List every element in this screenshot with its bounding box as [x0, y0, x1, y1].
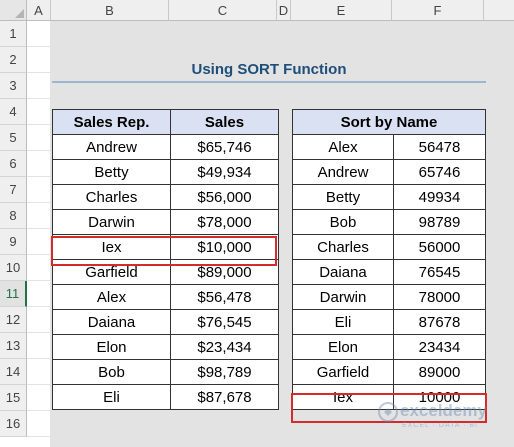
- column-header-d[interactable]: D: [277, 0, 291, 21]
- column-header-e[interactable]: E: [291, 0, 392, 21]
- value-cell[interactable]: 23434: [393, 334, 486, 360]
- name-cell[interactable]: Elon: [292, 334, 394, 360]
- rep-cell[interactable]: Bob: [52, 359, 171, 385]
- name-cell[interactable]: Betty: [292, 184, 394, 210]
- table-row: Bob 98789: [292, 209, 486, 235]
- exceldemy-logo-icon: [378, 402, 398, 422]
- table-row: Eli $87,678: [52, 384, 279, 410]
- sales-cell[interactable]: $56,000: [170, 184, 279, 210]
- name-cell[interactable]: Alex: [292, 134, 394, 160]
- row-header[interactable]: 8: [0, 203, 27, 229]
- column-header-c[interactable]: C: [169, 0, 277, 21]
- column-header-b[interactable]: B: [51, 0, 169, 21]
- sales-cell[interactable]: $76,545: [170, 309, 279, 335]
- name-cell[interactable]: Daiana: [292, 259, 394, 285]
- header-sales-rep[interactable]: Sales Rep.: [52, 109, 171, 135]
- row-header[interactable]: 15: [0, 385, 27, 411]
- table-row: Andrew 65746: [292, 159, 486, 185]
- value-cell[interactable]: 89000: [393, 359, 486, 385]
- sales-cell[interactable]: $23,434: [170, 334, 279, 360]
- row-header[interactable]: 6: [0, 151, 27, 177]
- name-cell[interactable]: Eli: [292, 309, 394, 335]
- table-row: Darwin $78,000: [52, 209, 279, 235]
- sales-cell[interactable]: $49,934: [170, 159, 279, 185]
- row-header[interactable]: 3: [0, 73, 27, 99]
- row-header[interactable]: 1: [0, 21, 27, 47]
- name-cell[interactable]: Darwin: [292, 284, 394, 310]
- table-row: Alex $56,478: [52, 284, 279, 310]
- table-row: Daiana $76,545: [52, 309, 279, 335]
- exceldemy-watermark: exceldemy EXCEL · DATA · BI: [378, 398, 487, 434]
- table-row: Charles $56,000: [52, 184, 279, 210]
- select-all-button[interactable]: [0, 0, 27, 21]
- table-row: Elon 23434: [292, 334, 486, 360]
- value-cell[interactable]: 78000: [393, 284, 486, 310]
- row-header[interactable]: 13: [0, 333, 27, 359]
- sales-cell[interactable]: $65,746: [170, 134, 279, 160]
- value-cell[interactable]: 56478: [393, 134, 486, 160]
- rep-cell[interactable]: Betty: [52, 159, 171, 185]
- watermark-tagline: EXCEL · DATA · BI: [402, 422, 478, 429]
- table-row: Alex 56478: [292, 134, 486, 160]
- table-row: Daiana 76545: [292, 259, 486, 285]
- row-header[interactable]: 12: [0, 307, 27, 333]
- row-header-selected[interactable]: 11: [0, 281, 27, 307]
- value-cell[interactable]: 65746: [393, 159, 486, 185]
- table-row: Charles 56000: [292, 234, 486, 260]
- table-row: Andrew $65,746: [52, 134, 279, 160]
- sales-cell[interactable]: $87,678: [170, 384, 279, 410]
- sales-cell[interactable]: $78,000: [170, 209, 279, 235]
- row-header[interactable]: 4: [0, 99, 27, 125]
- rep-cell[interactable]: Eli: [52, 384, 171, 410]
- column-header-a[interactable]: A: [27, 0, 51, 21]
- name-cell[interactable]: Garfield: [292, 359, 394, 385]
- table-row: Elon $23,434: [52, 334, 279, 360]
- table-row: Darwin 78000: [292, 284, 486, 310]
- name-cell[interactable]: Andrew: [292, 159, 394, 185]
- table-row: Betty $49,934: [52, 159, 279, 185]
- rep-cell[interactable]: Daiana: [52, 309, 171, 335]
- rep-cell[interactable]: Elon: [52, 334, 171, 360]
- row-headers: 1 2 3 4 5 6 7 8 9 10 11 12 13 14 15 16: [0, 21, 27, 437]
- value-cell[interactable]: 76545: [393, 259, 486, 285]
- highlight-box-original-iex: [51, 236, 277, 266]
- rep-cell[interactable]: Alex: [52, 284, 171, 310]
- name-cell[interactable]: Charles: [292, 234, 394, 260]
- value-cell[interactable]: 98789: [393, 209, 486, 235]
- row-header[interactable]: 7: [0, 177, 27, 203]
- row-header[interactable]: 2: [0, 47, 27, 73]
- header-sort-by-name[interactable]: Sort by Name: [292, 109, 486, 135]
- row-header[interactable]: 5: [0, 125, 27, 151]
- row-header[interactable]: 14: [0, 359, 27, 385]
- rep-cell[interactable]: Andrew: [52, 134, 171, 160]
- watermark-name: exceldemy: [400, 401, 487, 420]
- table-row: Eli 87678: [292, 309, 486, 335]
- table-header-row: Sales Rep. Sales: [52, 109, 279, 135]
- value-cell[interactable]: 56000: [393, 234, 486, 260]
- column-header-blank: [484, 0, 514, 21]
- header-sales[interactable]: Sales: [170, 109, 279, 135]
- column-headers: A B C D E F: [27, 0, 514, 21]
- value-cell[interactable]: 49934: [393, 184, 486, 210]
- name-cell[interactable]: Bob: [292, 209, 394, 235]
- rep-cell[interactable]: Charles: [52, 184, 171, 210]
- select-all-triangle-icon: [15, 9, 24, 18]
- row-header[interactable]: 9: [0, 229, 27, 255]
- sorted-table: Sort by Name Alex 56478 Andrew 65746 Betty…: [292, 109, 486, 410]
- value-cell[interactable]: 87678: [393, 309, 486, 335]
- column-header-f[interactable]: F: [392, 0, 484, 21]
- sheet-title: Using SORT Function: [52, 57, 486, 83]
- table-header-row: Sort by Name: [292, 109, 486, 135]
- sales-cell[interactable]: $98,789: [170, 359, 279, 385]
- row-header[interactable]: 10: [0, 255, 27, 281]
- rep-cell[interactable]: Darwin: [52, 209, 171, 235]
- table-row: Bob $98,789: [52, 359, 279, 385]
- sales-cell[interactable]: $56,478: [170, 284, 279, 310]
- table-row: Betty 49934: [292, 184, 486, 210]
- table-row: Garfield 89000: [292, 359, 486, 385]
- row-header[interactable]: 16: [0, 411, 27, 437]
